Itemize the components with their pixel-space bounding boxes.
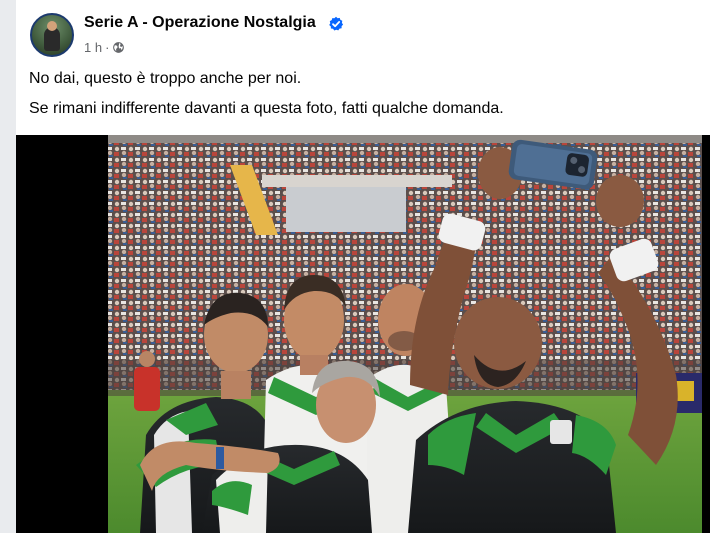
page-name[interactable]: Serie A - Operazione Nostalgia [84,14,316,32]
meta-separator: · [105,40,110,55]
post-time[interactable]: 1 h [84,40,102,55]
post-text-line-2: Se rimani indifferente davanti a questa … [29,100,504,117]
post-text-line-1: No dai, questo è troppo anche per noi. [29,70,302,87]
stand-box [286,187,406,232]
globe-icon[interactable] [112,41,125,54]
selfie-photo-illustration [16,135,710,533]
post-photo[interactable] [16,135,710,533]
post-card: Serie A - Operazione Nostalgia 1 h · No … [16,0,710,533]
verified-badge-icon [329,16,344,31]
post-meta: 1 h · [84,40,125,55]
avatar-head [47,21,57,31]
stand-rail [262,175,452,187]
page-avatar[interactable] [30,13,74,57]
